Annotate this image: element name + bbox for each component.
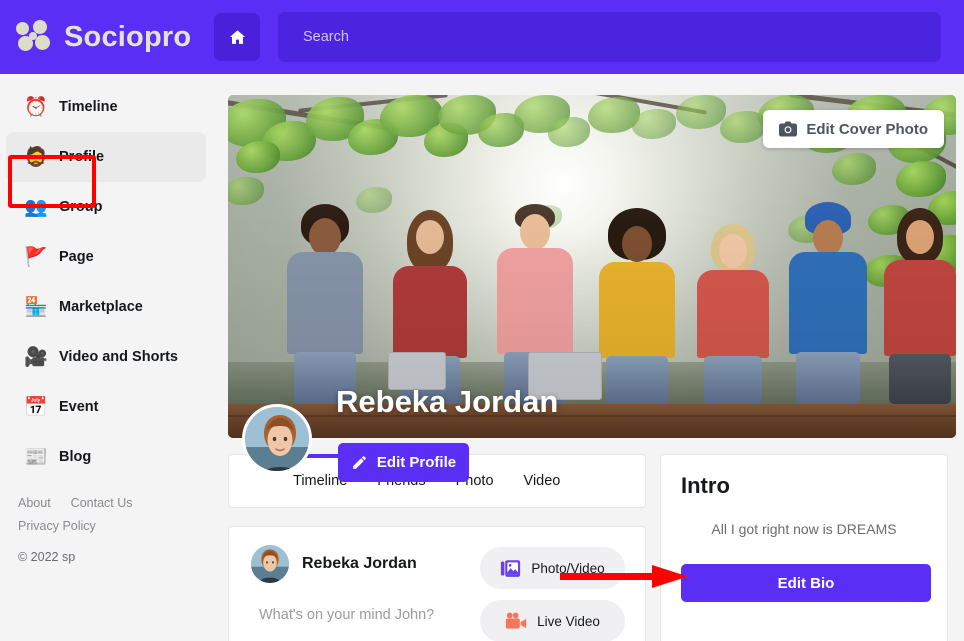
sidebar-item-group[interactable]: 👥 Group (6, 182, 206, 232)
camera-icon (779, 121, 797, 137)
sidebar-item-label: Video and Shorts (59, 349, 178, 365)
intro-bio-text: All I got right now is DREAMS (661, 499, 947, 537)
edit-profile-button[interactable]: Edit Profile (338, 443, 469, 482)
sidebar-item-event[interactable]: 📅 Event (6, 382, 206, 432)
home-icon (228, 28, 247, 47)
edit-profile-label: Edit Profile (377, 454, 456, 471)
blog-icon: 📰 (24, 448, 46, 467)
intro-title: Intro (661, 455, 947, 499)
top-header: Sociopro (0, 0, 964, 74)
sidebar-item-label: Timeline (59, 99, 118, 115)
search-input[interactable] (303, 29, 941, 45)
intro-card: Intro All I got right now is DREAMS Edit… (660, 454, 948, 641)
copyright: © 2022 sp (0, 542, 212, 564)
video-icon: 🎥 (24, 348, 46, 367)
pencil-icon (351, 454, 368, 471)
sidebar-item-page[interactable]: 🚩 Page (6, 232, 206, 282)
timeline-icon: ⏰ (24, 98, 46, 117)
composer-photo-video-button[interactable]: Photo/Video (480, 547, 625, 589)
brand[interactable]: Sociopro (0, 20, 212, 54)
edit-bio-label: Edit Bio (778, 575, 835, 592)
sidebar-item-blog[interactable]: 📰 Blog (6, 432, 206, 482)
page-title: Rebeka Jordan (336, 384, 558, 420)
photo-video-icon (500, 558, 521, 579)
sidebar-item-label: Profile (59, 149, 104, 165)
profile-icon: 🧔 (24, 148, 46, 167)
home-button[interactable] (214, 13, 260, 61)
group-icon: 👥 (24, 198, 46, 217)
sidebar-item-timeline[interactable]: ⏰ Timeline (6, 82, 206, 132)
sidebar-item-label: Blog (59, 449, 91, 465)
sidebar: ⏰ Timeline 🧔 Profile 👥 Group 🚩 Page 🏪 Ma… (0, 74, 212, 641)
sidebar-item-label: Marketplace (59, 299, 143, 315)
brand-name: Sociopro (64, 21, 191, 54)
footer-links: About Contact Us Privacy Policy (0, 482, 212, 533)
page-flag-icon: 🚩 (24, 248, 46, 267)
avatar[interactable] (242, 404, 312, 474)
live-video-icon (505, 612, 527, 630)
composer-action-label: Live Video (537, 614, 600, 629)
edit-cover-photo-button[interactable]: Edit Cover Photo (763, 110, 944, 148)
tab-video[interactable]: Video (524, 454, 561, 508)
event-icon: 📅 (24, 398, 46, 417)
footer-link-about[interactable]: About (18, 496, 51, 510)
composer-user-name: Rebeka Jordan (302, 555, 417, 573)
sidebar-item-label: Page (59, 249, 94, 265)
user-avatar-icon (251, 545, 289, 583)
sidebar-item-label: Event (59, 399, 99, 415)
four-circles-logo-icon (16, 20, 54, 54)
search-box[interactable] (278, 12, 941, 62)
footer-link-privacy-policy[interactable]: Privacy Policy (18, 519, 96, 533)
marketplace-icon: 🏪 (24, 298, 46, 317)
composer-live-video-button[interactable]: Live Video (480, 600, 625, 641)
tab-label: Video (524, 473, 561, 489)
edit-bio-button[interactable]: Edit Bio (681, 564, 931, 602)
edit-cover-photo-label: Edit Cover Photo (806, 121, 928, 138)
sidebar-item-marketplace[interactable]: 🏪 Marketplace (6, 282, 206, 332)
sidebar-item-profile[interactable]: 🧔 Profile (6, 132, 206, 182)
footer-link-contact-us[interactable]: Contact Us (71, 496, 133, 510)
sidebar-item-label: Group (59, 199, 103, 215)
app-root: Sociopro ⏰ Timeline 🧔 Profile 👥 Group 🚩 (0, 0, 964, 641)
composer-action-label: Photo/Video (531, 561, 604, 576)
sidebar-item-video-and-shorts[interactable]: 🎥 Video and Shorts (6, 332, 206, 382)
composer-avatar[interactable] (251, 545, 289, 583)
